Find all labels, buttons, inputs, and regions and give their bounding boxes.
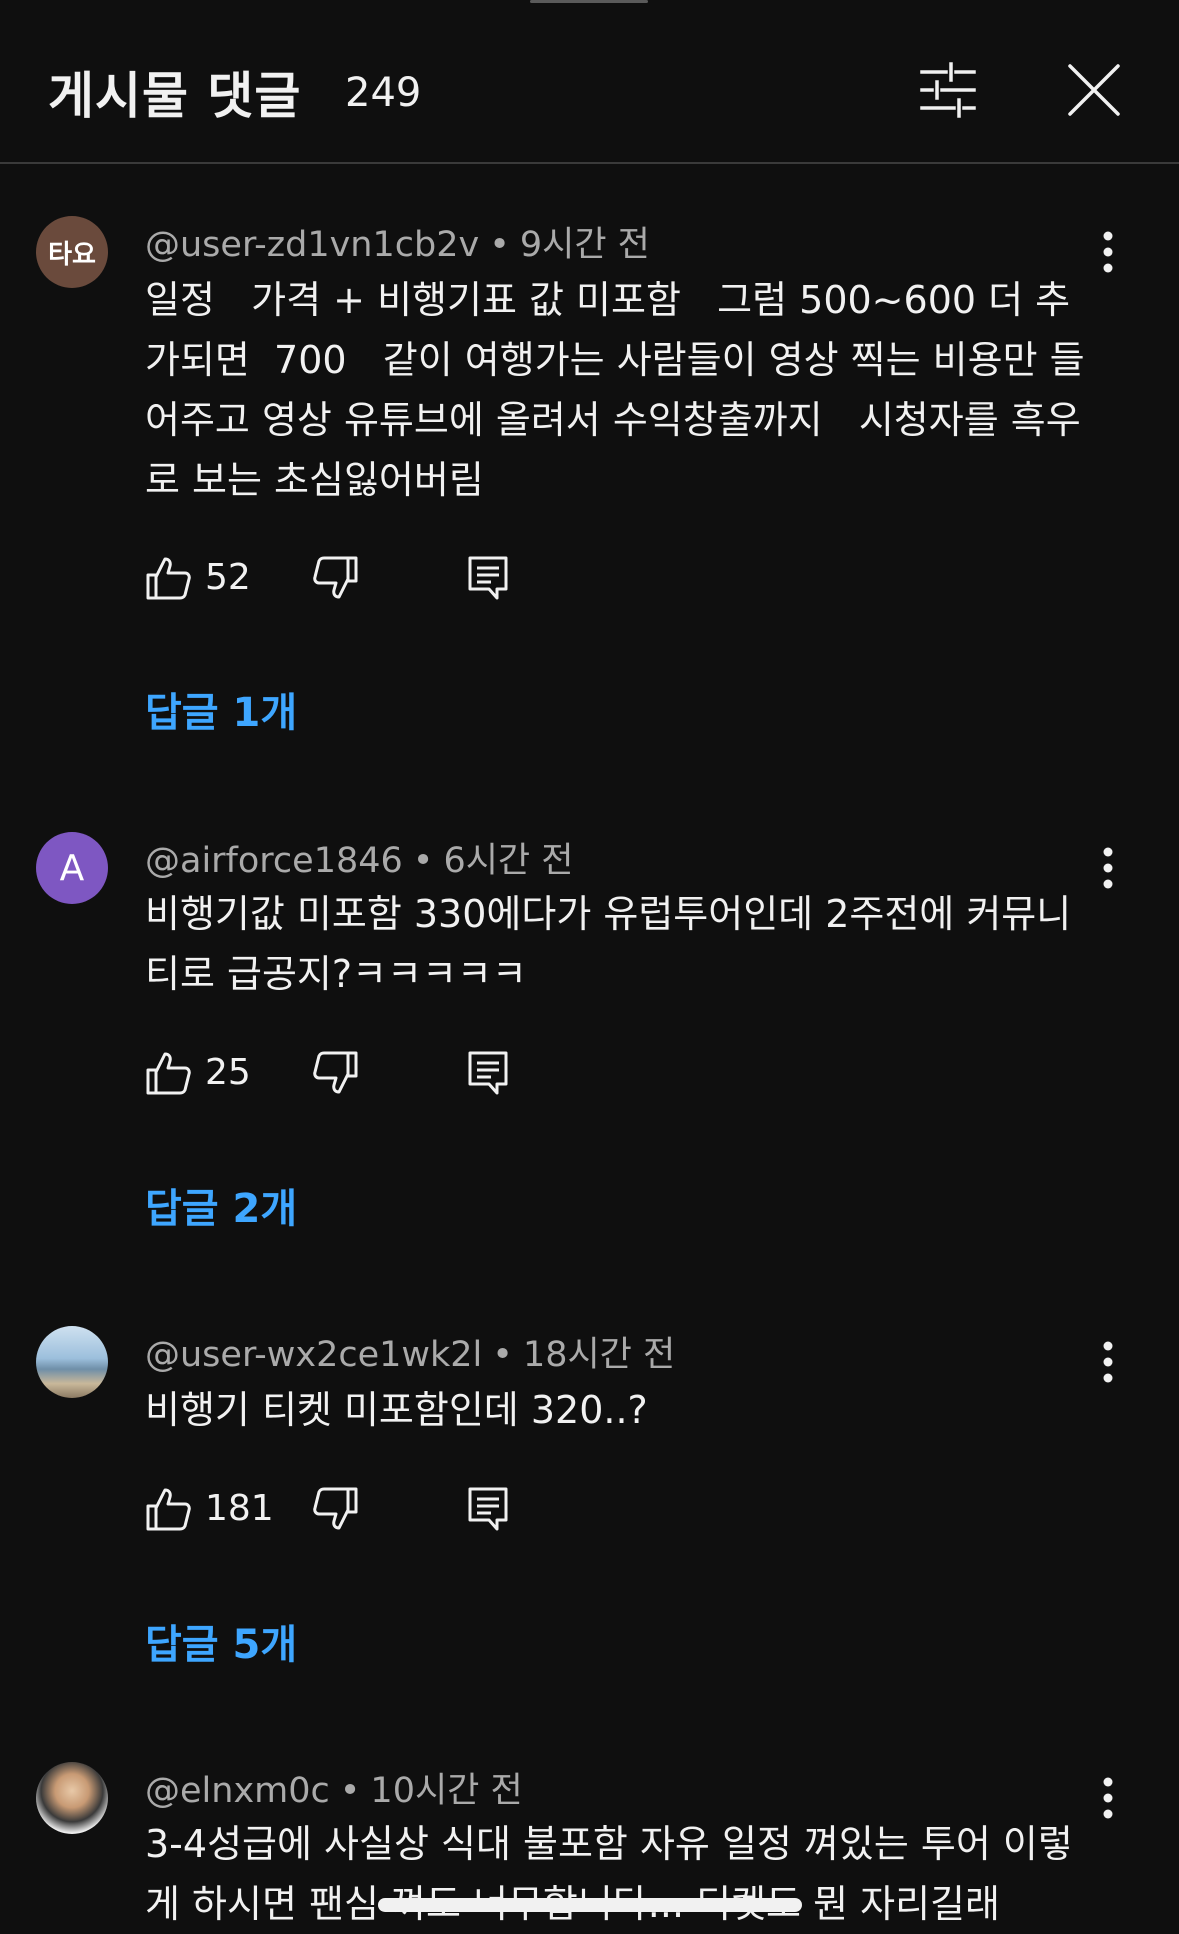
comment-more-button[interactable]	[1090, 1772, 1126, 1828]
comment-meta: @user-wx2ce1wk2l • 18시간 전	[145, 1326, 675, 1377]
comment-username[interactable]: @user-zd1vn1cb2v	[145, 225, 479, 265]
comment-time: 9시간 전	[519, 225, 650, 265]
like-button[interactable]	[145, 555, 191, 601]
close-button[interactable]	[1064, 60, 1124, 120]
comment-text: 일정 가격 + 비행기표 값 미포함 그럼 500~600 더 추가되면 700…	[145, 278, 1085, 502]
dislike-button[interactable]	[313, 1050, 359, 1096]
comment-username[interactable]: @airforce1846	[145, 841, 403, 881]
avatar[interactable]: 타요	[36, 216, 108, 288]
view-replies-link[interactable]: 답글 5개	[145, 1612, 297, 1670]
comment-meta: @airforce1846 • 6시간 전	[145, 832, 573, 883]
reply-button[interactable]	[465, 555, 511, 601]
thumbs-down-icon	[313, 556, 358, 599]
comment-more-button[interactable]	[1090, 1336, 1126, 1392]
like-button[interactable]	[145, 1486, 191, 1532]
more-vertical-icon	[1103, 231, 1113, 273]
comment-time: 6시간 전	[443, 841, 574, 881]
reply-comment-icon	[468, 556, 508, 600]
sliders-icon	[920, 62, 976, 118]
comment-username[interactable]: @user-wx2ce1wk2l	[145, 1335, 482, 1375]
home-indicator[interactable]	[378, 1898, 802, 1912]
avatar[interactable]: A	[36, 832, 108, 904]
reply-button[interactable]	[465, 1050, 511, 1096]
more-vertical-icon	[1103, 1777, 1113, 1819]
comment-actions: 25	[145, 1050, 545, 1100]
page-title: 게시물 댓글	[48, 67, 302, 125]
more-vertical-icon	[1103, 1341, 1113, 1383]
comment-more-button[interactable]	[1090, 226, 1126, 282]
comment-actions: 181	[145, 1486, 545, 1536]
comment-time: 18시간 전	[522, 1335, 676, 1375]
comments-header: 게시물 댓글 249	[0, 0, 1179, 164]
comment-meta: @user-zd1vn1cb2v • 9시간 전	[145, 216, 650, 267]
thumbs-up-icon	[146, 1052, 191, 1095]
reply-button[interactable]	[465, 1486, 511, 1532]
comment-more-button[interactable]	[1090, 842, 1126, 898]
comment-text: 3-4성급에 사실상 식대 불포함 자유 일정 껴있는 투어 이렇게 하시면 팬…	[145, 1822, 1073, 1926]
meta-separator: •	[492, 1335, 513, 1375]
comment-time: 10시간 전	[370, 1771, 523, 1811]
close-icon	[1068, 64, 1120, 116]
thumbs-up-icon	[146, 1488, 191, 1531]
meta-separator: •	[489, 225, 510, 265]
avatar[interactable]	[36, 1762, 108, 1834]
avatar[interactable]	[36, 1326, 108, 1398]
comment-text: 비행기값 미포함 330에다가 유럽투어인데 2주전에 커뮤니티로 급공지?ㅋㅋ…	[145, 892, 1072, 996]
view-replies-link[interactable]: 답글 1개	[145, 680, 297, 738]
meta-separator: •	[412, 841, 434, 881]
comment-count: 249	[345, 70, 422, 116]
like-count: 181	[205, 1488, 274, 1529]
thumbs-up-icon	[146, 557, 191, 600]
view-replies-link[interactable]: 답글 2개	[145, 1176, 297, 1234]
sort-filter-button[interactable]	[918, 60, 978, 120]
thumbs-down-icon	[313, 1051, 358, 1094]
reply-comment-icon	[468, 1487, 508, 1531]
comment-meta: @elnxm0c • 10시간 전	[145, 1762, 523, 1813]
avatar-initials: 타요	[48, 239, 96, 270]
reply-comment-icon	[468, 1051, 508, 1095]
more-vertical-icon	[1103, 847, 1113, 889]
meta-separator: •	[339, 1771, 361, 1811]
dislike-button[interactable]	[313, 555, 359, 601]
dislike-button[interactable]	[313, 1486, 359, 1532]
comment-text: 비행기 티켓 미포함인데 320..?	[145, 1388, 648, 1432]
comment-username[interactable]: @elnxm0c	[145, 1771, 330, 1811]
like-button[interactable]	[145, 1050, 191, 1096]
thumbs-down-icon	[313, 1487, 358, 1530]
avatar-initials: A	[59, 847, 85, 889]
like-count: 25	[205, 1052, 251, 1093]
comment-actions: 52	[145, 555, 545, 605]
like-count: 52	[205, 557, 251, 598]
